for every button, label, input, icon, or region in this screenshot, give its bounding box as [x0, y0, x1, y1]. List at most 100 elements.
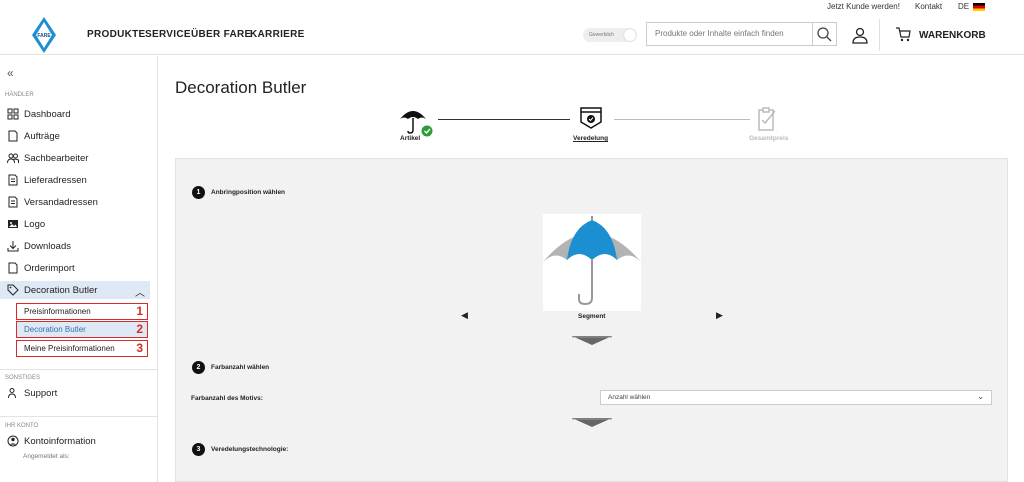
chevron-up-icon[interactable]: ︿	[135, 284, 145, 299]
logo-text: FARE	[37, 33, 51, 39]
chevron-down-icon[interactable]	[572, 336, 612, 345]
umbrella-image	[543, 216, 641, 306]
search-button[interactable]	[812, 23, 836, 45]
previous-segment-icon[interactable]: ◀	[461, 310, 468, 321]
user-icon[interactable]	[851, 26, 869, 44]
umbrella-preview[interactable]	[543, 214, 641, 311]
umbrella-step-icon[interactable]	[398, 105, 434, 137]
subitem-label: Decoration Butler	[24, 325, 86, 334]
sidebar-subitem-meine-preisinformationen[interactable]: Meine Preisinformationen 3	[16, 340, 148, 357]
sidebar-item-label: Orderimport	[24, 263, 75, 274]
chevron-down-icon: ⌄	[977, 392, 984, 401]
sidebar-item-label: Logo	[24, 219, 46, 230]
section-title: Farbanzahl wählen	[211, 364, 270, 371]
sidebar-item-label: Sachbearbeiter	[24, 153, 89, 164]
sidebar-subitem-preisinformationen[interactable]: Preisinformationen 1	[16, 303, 148, 320]
become-customer-link[interactable]: Jetzt Kunde werden!	[827, 2, 900, 11]
business-toggle[interactable]: Gewerblich	[583, 28, 637, 42]
image-icon	[8, 220, 18, 228]
step-label-artikel: Artikel	[400, 135, 421, 142]
section-dealer: HÄNDLER	[5, 92, 34, 98]
section-other: SONSTIGES	[5, 375, 41, 381]
subitem-label: Meine Preisinformationen	[24, 344, 115, 353]
sidebar-item-label: Support	[24, 388, 58, 399]
sidebar-item-label: Versandadressen	[24, 197, 98, 208]
sidebar-item-label: Kontoinformation	[24, 436, 96, 447]
german-flag-icon[interactable]	[973, 3, 985, 11]
sidebar-item-sachbearbeiter[interactable]: Sachbearbeiter	[0, 149, 150, 167]
sidebar-item-label: Decoration Butler	[24, 285, 98, 296]
import-icon	[8, 262, 18, 274]
sidebar-divider	[0, 416, 158, 417]
step-number-badge: 3	[192, 443, 205, 456]
fare-logo[interactable]: FARE	[32, 17, 56, 53]
sidebar-divider	[0, 369, 158, 370]
address-icon	[8, 174, 18, 186]
step-number-badge: 1	[192, 186, 205, 199]
nav-produkte[interactable]: PRODUKTE	[87, 29, 146, 40]
account-icon	[7, 435, 19, 447]
section-title: Veredelungstechnologie:	[211, 446, 289, 453]
configuration-panel: 1 Anbringposition wählen ◀ Segment ▶ 2 F…	[175, 158, 1008, 482]
language-selector[interactable]: DE	[958, 2, 969, 11]
nav-karriere[interactable]: KARRIERE	[250, 29, 305, 40]
sidebar-item-kontoinformation[interactable]: Kontoinformation	[0, 432, 150, 450]
contact-link[interactable]: Kontakt	[915, 2, 942, 11]
shipping-icon	[8, 196, 18, 208]
sidebar: « HÄNDLER Dashboard Aufträge Sachbearbei…	[0, 56, 158, 482]
sidebar-item-dashboard[interactable]: Dashboard	[0, 105, 150, 123]
sidebar-item-support[interactable]: Support	[0, 384, 150, 402]
segment-label: Segment	[578, 313, 606, 320]
document-icon	[8, 130, 18, 142]
search-input[interactable]	[655, 29, 805, 38]
annotation-number: 3	[136, 341, 143, 355]
select-value: Anzahl wählen	[608, 394, 651, 401]
progress-steps: Artikel Veredelung Gesamtpreis	[398, 105, 818, 145]
sidebar-item-logo[interactable]: Logo	[0, 215, 150, 233]
logged-in-label: Angemeldet als:	[23, 453, 70, 460]
page-title: Decoration Butler	[175, 78, 307, 97]
sidebar-item-versandadressen[interactable]: Versandadressen	[0, 193, 150, 211]
support-icon	[8, 388, 16, 399]
sidebar-item-auftraege[interactable]: Aufträge	[0, 127, 150, 145]
toggle-label: Gewerblich	[589, 32, 615, 38]
sidebar-item-orderimport[interactable]: Orderimport	[0, 259, 150, 277]
sidebar-item-label: Lieferadressen	[24, 175, 87, 186]
color-count-label: Farbanzahl des Motivs:	[191, 395, 263, 402]
step-connector	[614, 119, 750, 120]
site-header: FARE PRODUKTE SERVICE ÜBER FARE KARRIERE…	[0, 13, 1024, 55]
sidebar-item-lieferadressen[interactable]: Lieferadressen	[0, 171, 150, 189]
sidebar-item-label: Downloads	[24, 241, 71, 252]
step-connector	[438, 119, 570, 120]
section-title: Anbringposition wählen	[211, 189, 286, 196]
annotation-number: 2	[136, 322, 143, 336]
users-icon	[7, 153, 19, 164]
sidebar-subitem-decoration-butler[interactable]: Decoration Butler 2	[16, 321, 148, 338]
sidebar-item-label: Aufträge	[24, 131, 60, 142]
tag-icon	[7, 284, 19, 296]
cart-icon[interactable]	[895, 26, 911, 42]
step-label-veredelung[interactable]: Veredelung	[573, 135, 608, 142]
chevron-down-icon[interactable]	[572, 418, 612, 427]
toggle-knob	[624, 29, 636, 41]
decoration-step-icon[interactable]	[578, 105, 604, 131]
annotation-number: 1	[136, 304, 143, 318]
nav-service[interactable]: SERVICE	[145, 29, 191, 40]
search-icon	[817, 27, 832, 42]
top-bar: Jetzt Kunde werden! Kontakt DE	[0, 0, 1024, 13]
step-label-gesamtpreis: Gesamtpreis	[749, 135, 789, 142]
total-price-step-icon	[758, 107, 776, 131]
collapse-sidebar-icon[interactable]: «	[7, 66, 14, 80]
cart-button[interactable]: WARENKORB	[919, 30, 986, 41]
sidebar-item-label: Dashboard	[24, 109, 71, 120]
nav-ueber-fare[interactable]: ÜBER FARE	[191, 29, 251, 40]
step-number-badge: 2	[192, 361, 205, 374]
sidebar-item-downloads[interactable]: Downloads	[0, 237, 150, 255]
sidebar-item-decoration-butler[interactable]: Decoration Butler ︿	[0, 281, 150, 299]
header-divider	[879, 19, 880, 51]
section-account: IHR KONTO	[5, 423, 39, 429]
color-count-select[interactable]: Anzahl wählen ⌄	[600, 390, 992, 405]
next-segment-icon[interactable]: ▶	[716, 310, 723, 321]
subitem-label: Preisinformationen	[24, 307, 91, 316]
search-box	[646, 22, 837, 46]
